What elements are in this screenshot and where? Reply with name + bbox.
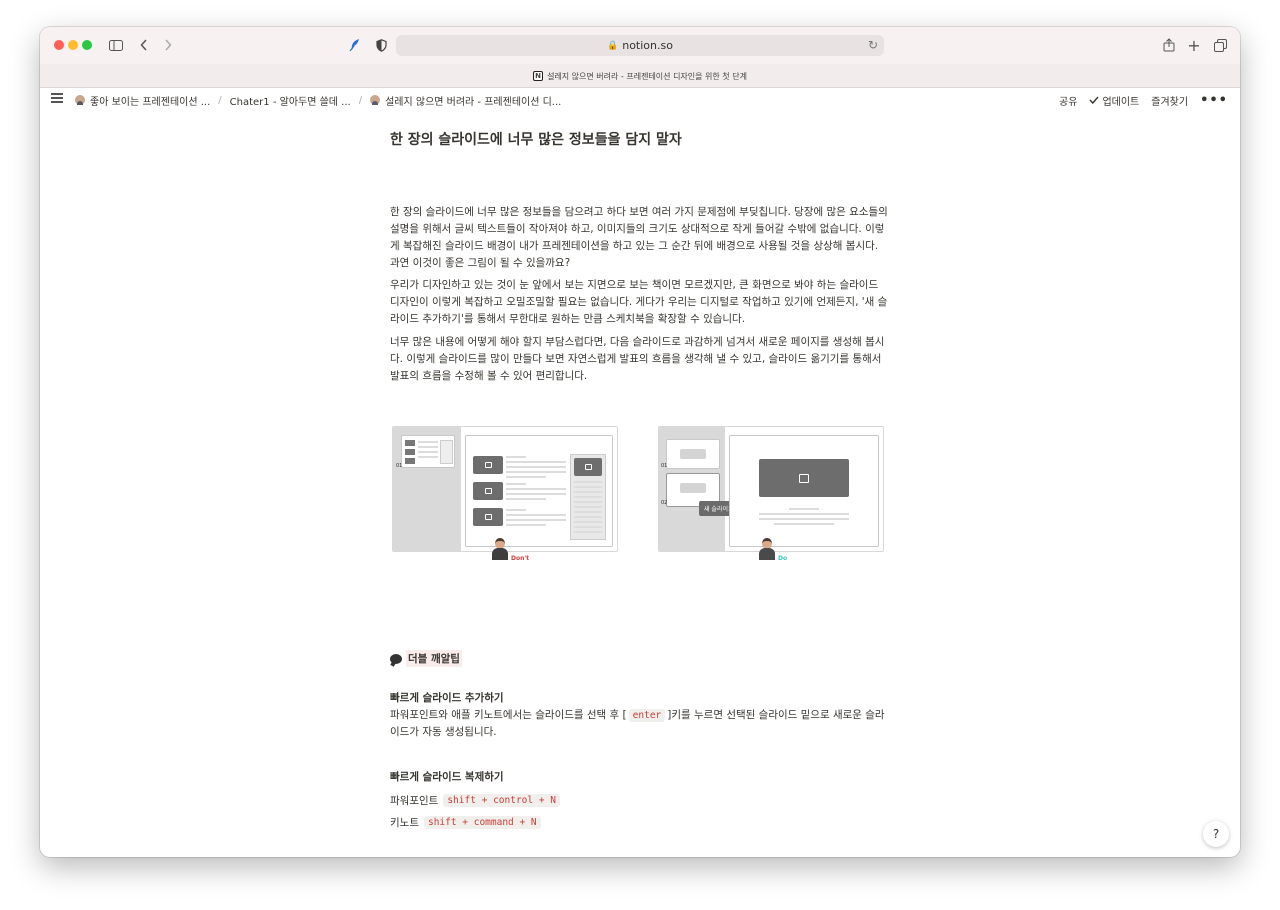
do-slide-panel: 01 02 새 슬라이드 xyxy=(658,426,884,552)
shortcut-code: shift + command + N xyxy=(423,816,541,829)
breadcrumb-item-1[interactable]: 좋아 보이는 프레젠테이션 ... xyxy=(75,93,210,108)
breadcrumb-item-2[interactable]: Chater1 - 알아두면 쓸데 ... xyxy=(230,93,351,108)
do-label: Do xyxy=(778,555,788,562)
section-heading: 한 장의 슬라이드에 너무 많은 정보들을 담지 말자 xyxy=(390,132,682,148)
topbar-actions: 공유 업데이트 즐겨찾기 ••• xyxy=(1059,88,1228,112)
minimize-window-button[interactable] xyxy=(68,40,78,50)
help-button[interactable]: ? xyxy=(1203,821,1229,847)
privacy-shield-icon[interactable] xyxy=(374,36,388,54)
new-tab-plus-icon[interactable]: + xyxy=(1187,36,1201,55)
extension-feather-icon[interactable] xyxy=(348,36,362,54)
address-bar[interactable]: 🔒 notion.so ↻ xyxy=(396,35,884,56)
active-tab[interactable]: N 설레지 않으면 버려라 - 프레젠테이션 디자인을 위한 첫 단계 xyxy=(40,64,1240,88)
dont-illustration: 01 Don't xyxy=(392,426,618,564)
updates-button[interactable]: 업데이트 xyxy=(1089,93,1139,108)
checkmark-icon xyxy=(1089,96,1099,104)
enter-key-code: enter xyxy=(628,709,666,722)
tip1-title: 빠르게 슬라이드 추가하기 xyxy=(390,692,504,704)
image-placeholder-icon xyxy=(473,456,503,474)
tip-callout: 더블 깨알팁 xyxy=(390,650,462,667)
slide-thumbnail xyxy=(401,435,455,468)
dont-slide-panel: 01 xyxy=(392,426,618,552)
avatar-icon xyxy=(75,95,85,105)
image-placeholder-icon xyxy=(473,508,503,526)
dont-avatar-figure xyxy=(490,538,510,560)
breadcrumb: 좋아 보이는 프레젠테이션 ... / Chater1 - 알아두면 쓸데 ..… xyxy=(75,88,561,112)
slide-canvas xyxy=(465,435,613,547)
shortcut-row-keynote: 키노트 shift + command + N xyxy=(390,815,541,830)
share-icon[interactable] xyxy=(1162,36,1176,54)
shortcut-app-label: 파워포인트 xyxy=(390,795,439,807)
slide-number: 01 xyxy=(661,463,668,469)
more-options-icon[interactable]: ••• xyxy=(1200,93,1228,108)
notion-favicon-icon: N xyxy=(533,71,544,81)
favorites-button[interactable]: 즐겨찾기 xyxy=(1151,93,1188,108)
shortcut-row-powerpoint: 파워포인트 shift + control + N xyxy=(390,793,560,808)
browser-window: 🔒 notion.so ↻ + N 설레지 않으면 버려라 - 프레젠테이션 디… xyxy=(40,27,1240,857)
speech-bubble-icon xyxy=(390,653,402,664)
shortcut-app-label: 키노트 xyxy=(390,817,419,829)
close-window-button[interactable] xyxy=(54,40,64,50)
notion-topbar: 좋아 보이는 프레젠테이션 ... / Chater1 - 알아두면 쓸데 ..… xyxy=(40,88,1240,112)
image-placeholder-icon xyxy=(759,459,849,497)
avatar-icon xyxy=(370,95,381,105)
image-placeholder-icon xyxy=(473,482,503,500)
tab-overview-icon[interactable] xyxy=(1212,36,1228,54)
breadcrumb-separator: / xyxy=(358,94,363,106)
tab-bar: N 설레지 않으면 버려라 - 프레젠테이션 디자인을 위한 첫 단계 xyxy=(40,64,1240,88)
tab-title-text: 설레지 않으면 버려라 - 프레젠테이션 디자인을 위한 첫 단계 xyxy=(547,71,747,81)
slide-canvas xyxy=(729,435,879,547)
lock-icon: 🔒 xyxy=(607,40,619,51)
breadcrumb-separator: / xyxy=(218,94,222,106)
paragraph-2: 우리가 디자인하고 있는 것이 눈 앞에서 보는 지면으로 보는 책이면 모르겠… xyxy=(390,279,888,325)
reload-icon[interactable]: ↻ xyxy=(868,38,878,52)
share-button[interactable]: 공유 xyxy=(1059,93,1077,108)
breadcrumb-item-3[interactable]: 설레지 않으면 버려라 - 프레젠테이션 디... xyxy=(370,93,561,108)
shortcut-code: shift + control + N xyxy=(443,794,560,807)
address-url: notion.so xyxy=(622,39,673,52)
paragraph-1: 한 장의 슬라이드에 너무 많은 정보들을 담으려고 하다 보면 여러 가지 문… xyxy=(390,206,888,269)
callout-text: 더블 깨알팁 xyxy=(406,650,462,667)
do-avatar-figure xyxy=(757,538,777,560)
tip1-paragraph: 파워포인트와 애플 키노트에서는 슬라이드를 선택 후 [enter]키를 누르… xyxy=(390,709,885,738)
slide-number: 01 xyxy=(396,463,403,469)
menu-hamburger-icon[interactable] xyxy=(51,93,63,103)
paragraph-3: 너무 많은 내용에 어떻게 해야 할지 부담스럽다면, 다음 슬라이드로 과감하… xyxy=(390,336,885,382)
zoom-window-button[interactable] xyxy=(82,40,92,50)
dont-label: Don't xyxy=(511,555,530,562)
slide-thumbnail-1 xyxy=(666,439,720,469)
do-illustration: 01 02 새 슬라이드 Do xyxy=(658,426,884,564)
forward-chevron-icon[interactable] xyxy=(162,36,174,54)
slide-number: 02 xyxy=(661,500,668,506)
tip2-title: 빠르게 슬라이드 복제하기 xyxy=(390,771,504,783)
browser-toolbar: 🔒 notion.so ↻ + xyxy=(40,27,1240,64)
back-chevron-icon[interactable] xyxy=(138,36,150,54)
sidebar-toggle-icon[interactable] xyxy=(108,36,124,54)
